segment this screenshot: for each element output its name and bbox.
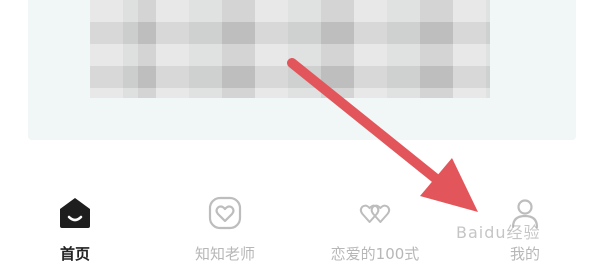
tab-love-100-label: 恋爱的100式 bbox=[330, 245, 420, 263]
watermark: Baidu经验 bbox=[456, 223, 541, 242]
home-icon bbox=[60, 198, 90, 228]
blurred-content bbox=[90, 0, 490, 98]
tab-mine-label: 我的 bbox=[509, 245, 540, 263]
double-heart-icon bbox=[359, 204, 391, 223]
tab-love-100[interactable]: 恋爱的100式 bbox=[315, 185, 435, 263]
content-area bbox=[0, 0, 600, 168]
tab-zhizhi-teacher[interactable]: 知知老师 bbox=[165, 185, 285, 263]
tab-zhizhi-teacher-label: 知知老师 bbox=[194, 245, 255, 263]
tab-home-label: 首页 bbox=[59, 245, 90, 263]
tab-home[interactable]: 首页 bbox=[15, 185, 135, 263]
heart-badge-icon bbox=[208, 196, 242, 230]
